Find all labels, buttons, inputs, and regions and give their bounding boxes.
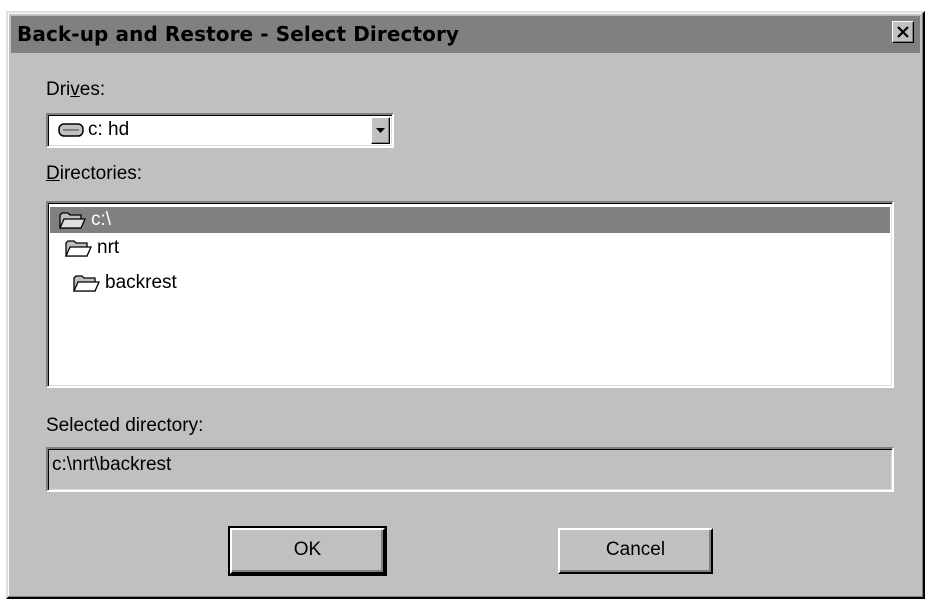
directory-item-root[interactable]: c:\ <box>50 207 890 233</box>
drive-select[interactable]: c: hd <box>46 113 394 148</box>
drive-select-value: c: hd <box>88 119 130 140</box>
directories-label: Directories: <box>46 163 143 184</box>
open-folder-icon <box>58 212 86 229</box>
title-bar[interactable]: Back-up and Restore - Select Directory <box>11 16 920 53</box>
selected-directory-label: Selected directory: <box>46 415 204 436</box>
hard-drive-icon <box>58 123 84 137</box>
drives-label: Drives: <box>46 79 106 100</box>
ok-button[interactable]: OK <box>228 526 387 576</box>
close-icon <box>897 26 909 38</box>
selected-directory-field: c:\nrt\backrest <box>46 447 894 492</box>
directory-item-backrest[interactable]: backrest <box>72 270 177 296</box>
chevron-down-icon <box>376 128 385 133</box>
directory-list[interactable]: c:\ nrt backrest <box>46 201 894 388</box>
directory-item-nrt[interactable]: nrt <box>64 235 119 261</box>
dialog-window: Back-up and Restore - Select Directory D… <box>6 11 925 599</box>
drive-dropdown-button[interactable] <box>371 117 390 144</box>
open-folder-icon <box>64 240 92 257</box>
selected-directory-value: c:\nrt\backrest <box>52 454 172 475</box>
open-folder-icon <box>72 275 100 292</box>
close-button[interactable] <box>892 21 914 43</box>
cancel-button[interactable]: Cancel <box>558 528 713 574</box>
window-title: Back-up and Restore - Select Directory <box>17 22 460 46</box>
